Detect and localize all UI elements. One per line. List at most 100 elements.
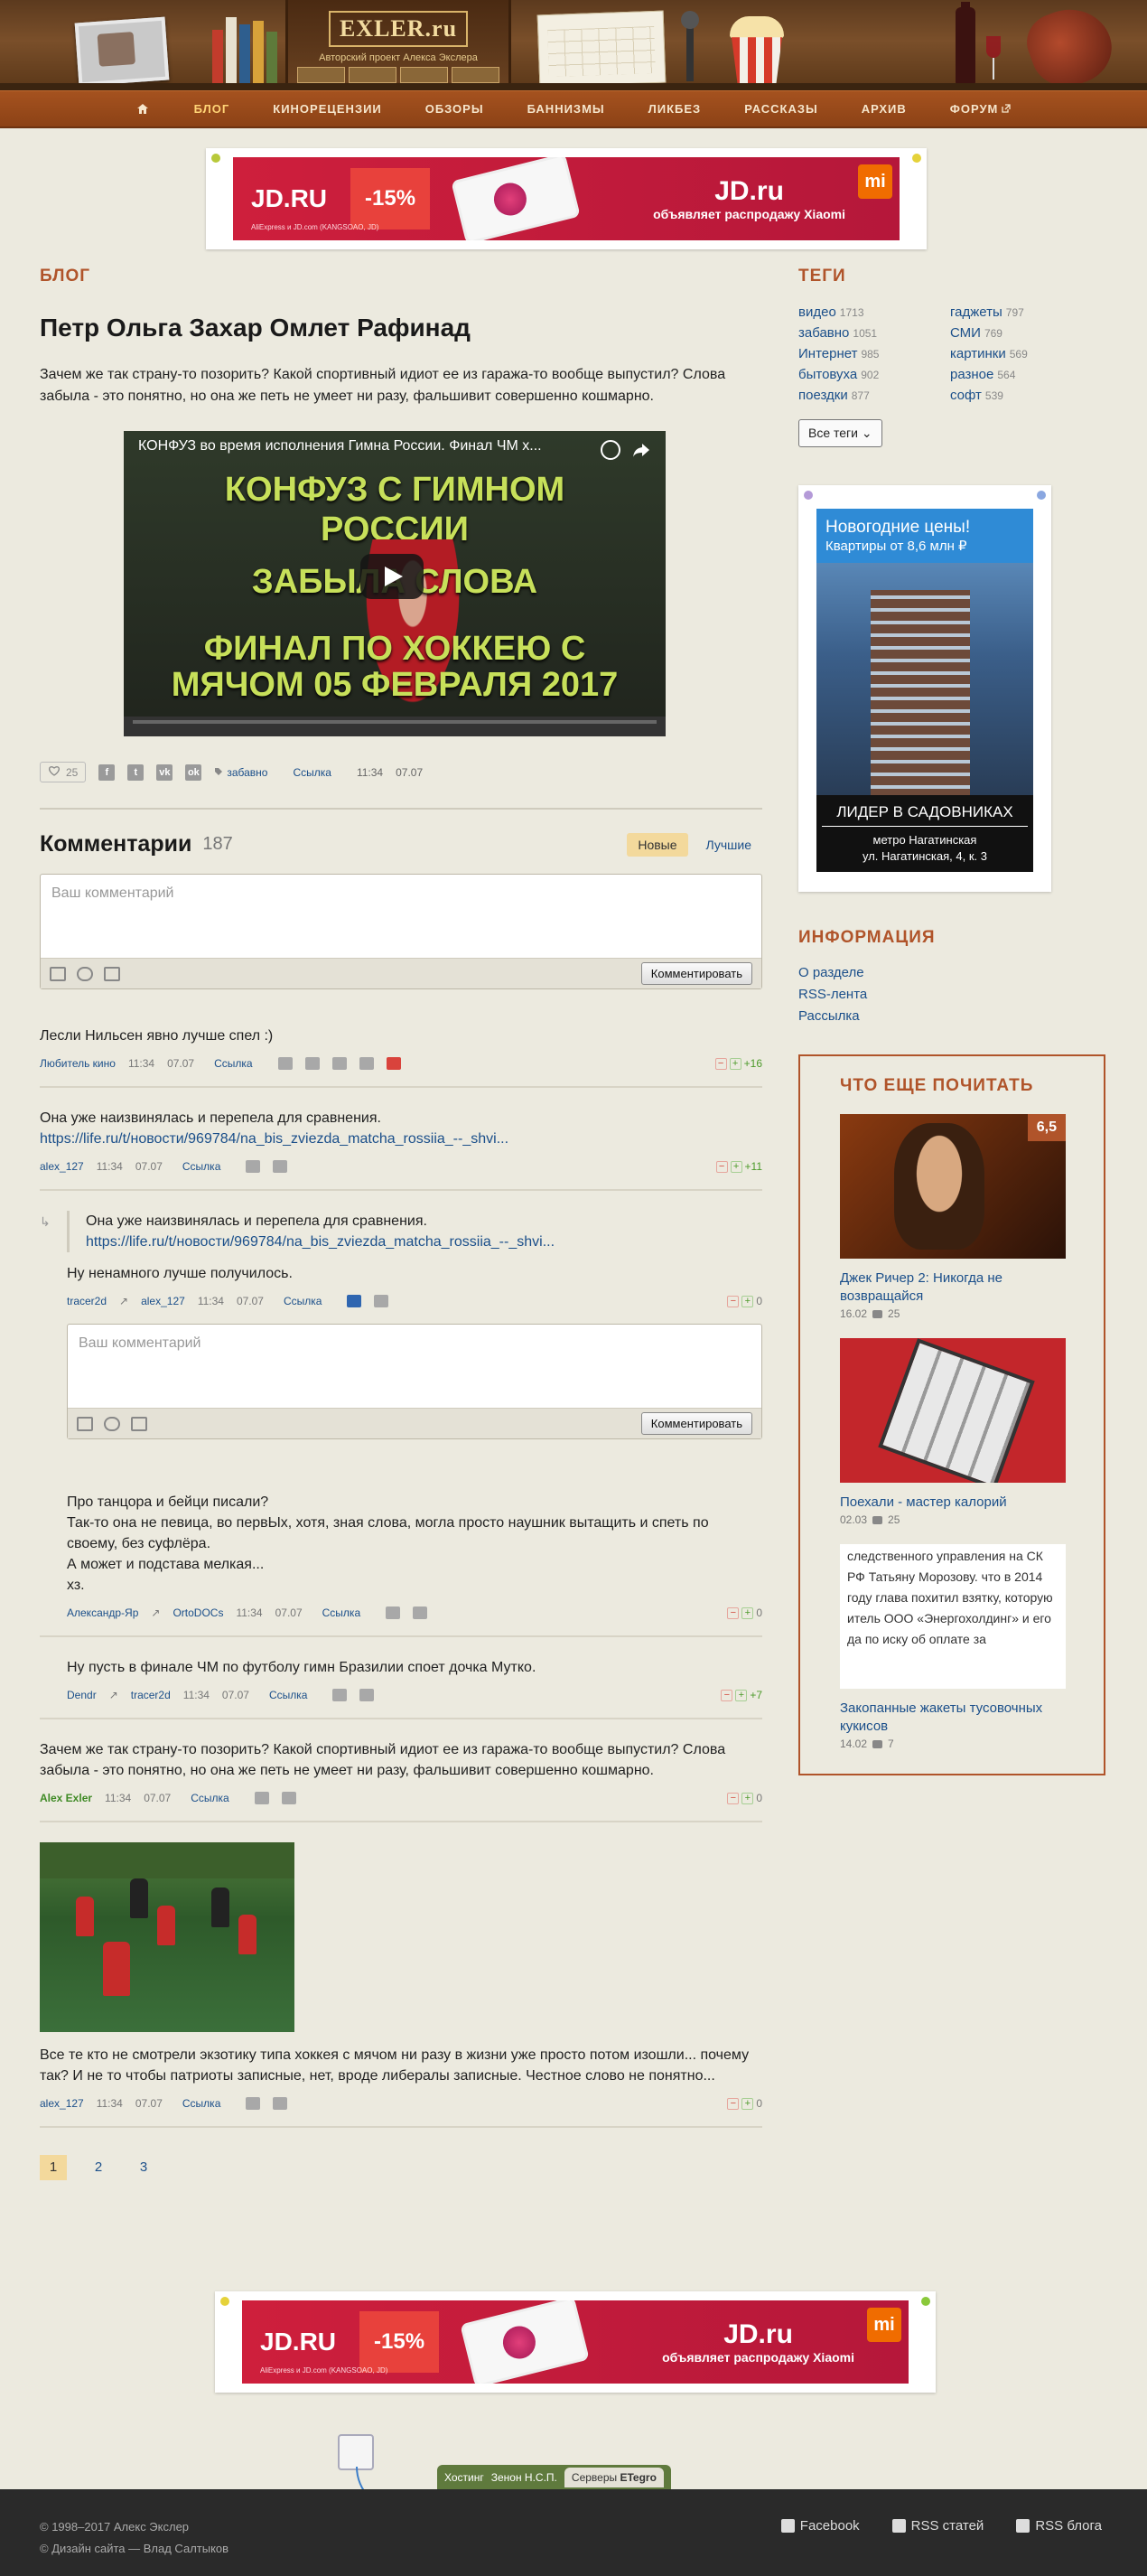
video-player[interactable]: КОНФУЗ во время исполнения Гимна России.… (124, 431, 666, 736)
comment-author[interactable]: Любитель кино (40, 1057, 116, 1070)
quote-icon[interactable] (359, 1689, 375, 1701)
read-more-link[interactable]: Поехали - мастер калорий (840, 1494, 1064, 1512)
reply-icon[interactable] (246, 2097, 261, 2110)
tag-link[interactable]: разное (950, 367, 993, 382)
top-ad[interactable]: JD.RU AliExpress и JD.com (KANGSOAO, JD)… (206, 148, 927, 249)
reply-to-author[interactable]: OrtoDOCs (173, 1606, 223, 1619)
video-icon[interactable] (131, 1416, 147, 1431)
comment-author[interactable]: Dendr (67, 1689, 97, 1701)
read-more-thumbnail[interactable]: 6,5 (840, 1114, 1066, 1259)
delete-icon[interactable] (386, 1057, 401, 1070)
info-link-rss[interactable]: RSS-лента (798, 984, 1105, 1006)
nav-reviews[interactable]: ОБЗОРЫ (404, 102, 506, 116)
comment-author[interactable]: Александр-Яр (67, 1606, 138, 1619)
reply-to-author[interactable]: alex_127 (141, 1295, 185, 1307)
reply-icon[interactable] (277, 1057, 293, 1070)
vote-up-button[interactable]: + (741, 1295, 754, 1307)
reply-icon[interactable] (332, 1689, 348, 1701)
read-more-link[interactable]: Закопанные жакеты тусовочных кукисов (840, 1700, 1064, 1736)
like-button[interactable]: 25 (40, 762, 87, 782)
nav-bannizms[interactable]: БАННИЗМЫ (506, 102, 627, 116)
reply-icon[interactable] (347, 1295, 362, 1307)
tag-link[interactable]: поездки (798, 388, 848, 403)
nav-home[interactable] (115, 103, 173, 116)
vote-down-button[interactable]: − (721, 1689, 733, 1701)
bottom-ad[interactable]: JD.RU AliExpress и JD.com (KANGSOAO, JD)… (215, 2291, 936, 2393)
vote-down-button[interactable]: − (727, 1792, 740, 1804)
comment-input[interactable]: Ваш комментарий (41, 875, 761, 958)
sort-best-button[interactable]: Лучшие (695, 833, 762, 857)
comment-permalink[interactable]: Ссылка (214, 1057, 252, 1070)
read-more-link[interactable]: Джек Ричер 2: Никогда не возвращайся (840, 1269, 1064, 1306)
servers-brand[interactable]: ETegro (620, 2471, 656, 2484)
edit-icon[interactable] (331, 1057, 347, 1070)
tag-link[interactable]: забавно (798, 325, 849, 341)
quote-icon[interactable] (273, 2097, 288, 2110)
comment-permalink[interactable]: Ссылка (182, 1160, 220, 1173)
comment-image[interactable] (40, 1842, 294, 2032)
quote-icon[interactable] (273, 1160, 288, 1173)
link-icon[interactable] (104, 1416, 120, 1431)
nav-movie-reviews[interactable]: КИНОРЕЦЕНЗИИ (251, 102, 404, 116)
nav-archive[interactable]: АРХИВ (840, 102, 928, 116)
comment-author[interactable]: alex_127 (40, 1160, 84, 1173)
comment-permalink[interactable]: Ссылка (269, 1689, 307, 1701)
sort-new-button[interactable]: Новые (627, 832, 688, 857)
tag-link[interactable]: софт (950, 388, 982, 403)
image-icon[interactable] (50, 966, 66, 981)
facebook-link[interactable]: Facebook (780, 2518, 860, 2534)
share-icon[interactable] (631, 440, 651, 460)
vote-up-button[interactable]: + (741, 2097, 754, 2110)
nav-likbez[interactable]: ЛИКБЕЗ (627, 102, 723, 116)
tag-link[interactable]: видео (798, 304, 836, 320)
ad-banner[interactable]: JD.RU AliExpress и JD.com (KANGSOAO, JD)… (233, 157, 900, 240)
tag-link[interactable]: Интернет (798, 346, 857, 361)
ok-share-icon[interactable]: ok (185, 763, 202, 781)
ad-banner[interactable]: JD.RU AliExpress и JD.com (KANGSOAO, JD)… (242, 2300, 909, 2384)
nav-stories[interactable]: РАССКАЗЫ (723, 102, 840, 116)
sidebar-ad[interactable]: Новогодние цены! Квартиры от 8,6 млн ₽ Л… (798, 485, 1051, 892)
section-label[interactable]: БЛОГ (40, 267, 762, 286)
page-3[interactable]: 3 (130, 2155, 157, 2180)
rss-blog-link[interactable]: RSS блога (1016, 2518, 1102, 2534)
vote-up-button[interactable]: + (741, 1606, 754, 1619)
page-2[interactable]: 2 (85, 2155, 112, 2180)
vote-up-button[interactable]: + (730, 1160, 742, 1173)
logo[interactable]: EXLER.ru Авторский проект Алекса Экслера (285, 0, 511, 90)
hosting-link[interactable]: Зенон Н.С.П. (491, 2471, 557, 2484)
info-link-mailing[interactable]: Рассылка (798, 1006, 1105, 1027)
quote-icon[interactable] (374, 1295, 389, 1307)
vote-down-button[interactable]: − (727, 2097, 740, 2110)
vote-up-button[interactable]: + (735, 1689, 748, 1701)
read-more-thumbnail[interactable] (840, 1338, 1066, 1483)
image-icon[interactable] (77, 1416, 93, 1431)
read-more-thumbnail[interactable]: следственного управления на СК РФ Татьян… (840, 1544, 1066, 1689)
submit-reply-button[interactable]: Комментировать (640, 1412, 752, 1435)
reply-to-author[interactable]: tracer2d (131, 1689, 171, 1701)
vote-up-button[interactable]: + (729, 1057, 741, 1070)
tag-link[interactable]: СМИ (950, 325, 981, 341)
comment-author[interactable]: tracer2d (67, 1295, 107, 1307)
vote-up-button[interactable]: + (741, 1792, 754, 1804)
close-icon[interactable] (359, 1057, 374, 1070)
facebook-share-icon[interactable]: f (98, 763, 116, 781)
reply-icon[interactable] (254, 1792, 269, 1804)
comment-author[interactable]: Alex Exler (40, 1792, 92, 1804)
submit-comment-button[interactable]: Комментировать (640, 962, 752, 985)
vote-down-button[interactable]: − (715, 1160, 728, 1173)
tag-link[interactable]: бытовуха (798, 367, 857, 382)
rss-articles-link[interactable]: RSS статей (891, 2518, 984, 2534)
vote-down-button[interactable]: − (714, 1057, 727, 1070)
vk-share-icon[interactable]: vk (156, 763, 173, 781)
tag-link[interactable]: картинки (950, 346, 1006, 361)
info-link-about[interactable]: О разделе (798, 962, 1105, 984)
nav-forum[interactable]: ФОРУМ (928, 102, 1033, 116)
comment-author[interactable]: alex_127 (40, 2097, 84, 2110)
vote-down-button[interactable]: − (727, 1606, 740, 1619)
comment-permalink[interactable]: Ссылка (191, 1792, 228, 1804)
quote-url[interactable]: https://life.ru/t/новости/969784/na_bis_… (86, 1232, 762, 1252)
reply-input[interactable]: Ваш комментарий (68, 1325, 761, 1408)
reply-icon[interactable] (246, 1160, 261, 1173)
play-button[interactable] (360, 554, 424, 599)
video-title[interactable]: КОНФУЗ во время исполнения Гимна России.… (138, 438, 590, 454)
